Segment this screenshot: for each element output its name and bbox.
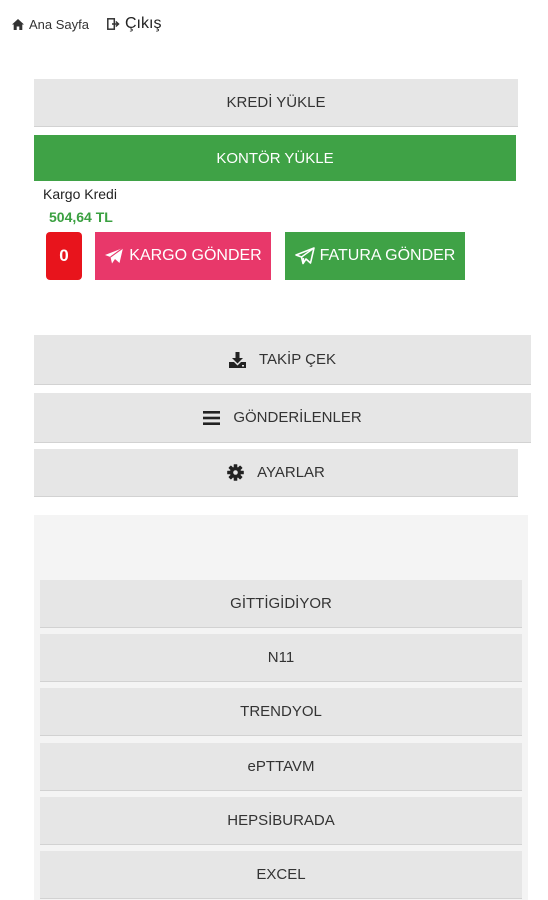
marketplace-button-excel[interactable]: EXCEL bbox=[40, 851, 522, 899]
marketplace-button-hepsiburada[interactable]: HEPSİBURADA bbox=[40, 797, 522, 845]
marketplace-label: EXCEL bbox=[256, 866, 306, 883]
kargo-gonder-button[interactable]: KARGO GÖNDER bbox=[95, 232, 271, 280]
marketplace-button-n11[interactable]: N11 bbox=[40, 634, 522, 682]
takip-cek-button[interactable]: TAKİP ÇEK bbox=[34, 335, 531, 385]
kontor-yukle-label: KONTÖR YÜKLE bbox=[216, 149, 334, 167]
fatura-gonder-button[interactable]: FATURA GÖNDER bbox=[285, 232, 465, 280]
takip-cek-label: TAKİP ÇEK bbox=[259, 351, 336, 368]
download-icon bbox=[229, 351, 246, 368]
paper-plane-outline-icon bbox=[294, 247, 315, 265]
marketplace-button-gittigidiyor[interactable]: GİTTİGİDİYOR bbox=[40, 580, 522, 628]
logout-link[interactable]: Çıkış bbox=[107, 15, 161, 33]
kredi-yukle-button[interactable]: KREDİ YÜKLE bbox=[34, 79, 518, 127]
marketplace-label: ePTTAVM bbox=[247, 758, 315, 775]
kargo-gonder-label: KARGO GÖNDER bbox=[129, 247, 262, 264]
ayarlar-label: AYARLAR bbox=[257, 464, 325, 481]
count-badge[interactable]: 0 bbox=[46, 232, 82, 280]
gear-icon bbox=[227, 464, 244, 481]
marketplace-label: TRENDYOL bbox=[240, 703, 322, 720]
fatura-gonder-label: FATURA GÖNDER bbox=[319, 247, 456, 264]
credit-label: Kargo Kredi bbox=[43, 186, 117, 202]
marketplace-label: GİTTİGİDİYOR bbox=[230, 595, 332, 612]
list-icon bbox=[203, 410, 221, 425]
marketplace-label: HEPSİBURADA bbox=[227, 812, 335, 829]
logout-label: Çıkış bbox=[125, 15, 162, 32]
top-nav: Ana Sayfa Çıkış bbox=[12, 15, 161, 33]
marketplace-button-trendyol[interactable]: TRENDYOL bbox=[40, 688, 522, 736]
credit-value: 504,64 TL bbox=[49, 209, 113, 225]
gonderilenler-button[interactable]: GÖNDERİLENLER bbox=[34, 393, 531, 443]
kredi-yukle-label: KREDİ YÜKLE bbox=[226, 94, 326, 111]
home-label: Ana Sayfa bbox=[29, 16, 89, 32]
sign-out-icon bbox=[107, 18, 120, 30]
paper-plane-icon bbox=[104, 247, 124, 265]
marketplace-label: N11 bbox=[267, 649, 295, 666]
kontor-yukle-button[interactable]: KONTÖR YÜKLE bbox=[34, 135, 516, 181]
gonderilenler-label: GÖNDERİLENLER bbox=[233, 409, 362, 426]
marketplace-button-epttavm[interactable]: ePTTAVM bbox=[40, 743, 522, 791]
home-link[interactable]: Ana Sayfa bbox=[12, 17, 89, 32]
home-icon bbox=[12, 18, 24, 30]
ayarlar-button[interactable]: AYARLAR bbox=[34, 449, 518, 497]
